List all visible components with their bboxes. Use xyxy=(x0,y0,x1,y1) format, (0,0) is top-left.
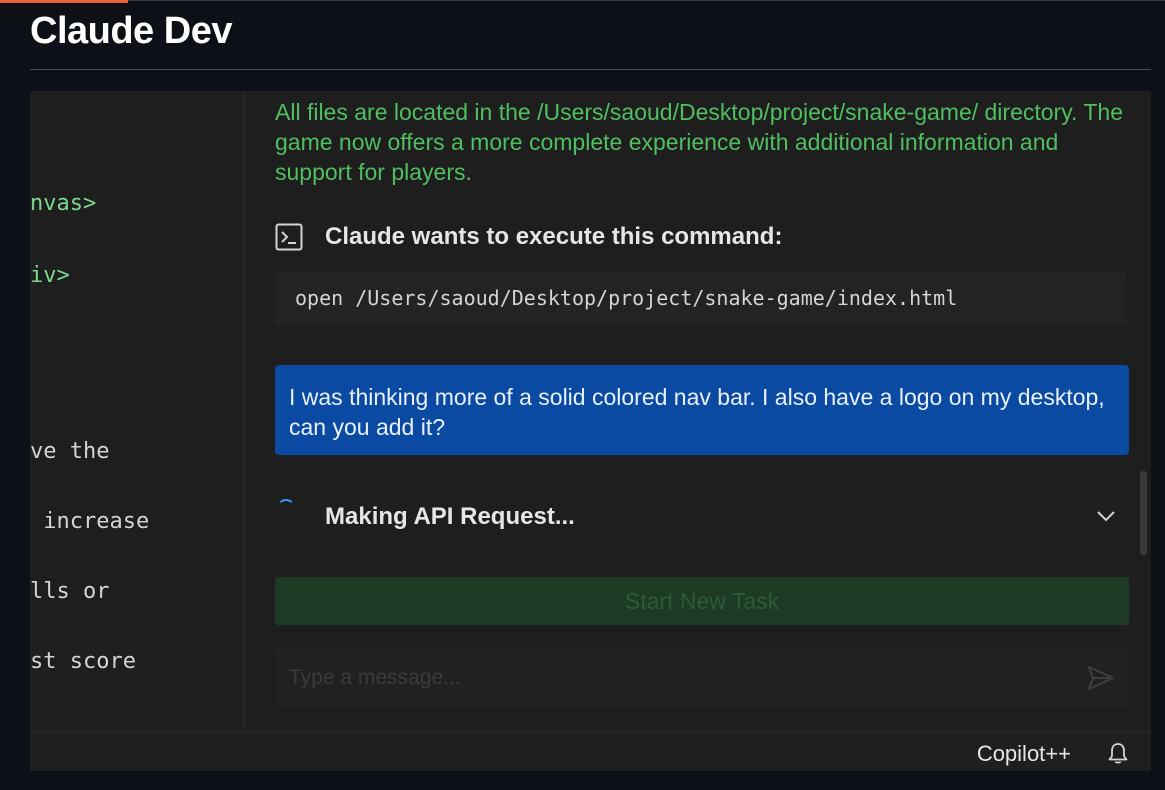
code-line: increase xyxy=(30,509,150,534)
code-editor[interactable]: nvas> iv> ve the increase lls or st scor… xyxy=(30,91,245,731)
completion-message: All files are located in the /Users/saou… xyxy=(275,99,1124,185)
chevron-down-icon[interactable] xyxy=(1095,505,1117,527)
terminal-icon xyxy=(275,223,303,251)
command-box: open /Users/saoud/Desktop/project/snake-… xyxy=(275,271,1127,325)
api-request-row[interactable]: Making API Request... xyxy=(275,491,1127,541)
api-status-label: Making API Request... xyxy=(325,503,575,530)
title-divider xyxy=(30,69,1151,70)
scrollbar-thumb[interactable] xyxy=(1140,471,1147,555)
code-line: lls or xyxy=(30,579,110,604)
command-header: Claude wants to execute this command: xyxy=(275,223,782,251)
command-title: Claude wants to execute this command: xyxy=(325,223,783,250)
code-line: nvas> xyxy=(30,191,97,216)
top-accent-bar xyxy=(0,0,128,3)
screenshot-panel: nvas> iv> ve the increase lls or st scor… xyxy=(30,91,1151,771)
send-icon[interactable] xyxy=(1087,665,1115,691)
start-new-task-button[interactable]: Start New Task xyxy=(275,577,1129,625)
chat-panel: All files are located in the /Users/saou… xyxy=(245,91,1151,731)
message-input[interactable] xyxy=(289,649,1049,707)
copilot-status[interactable]: Copilot++ xyxy=(977,741,1071,767)
bell-icon[interactable] xyxy=(1107,741,1129,765)
message-input-box xyxy=(275,649,1129,707)
code-line: ve the xyxy=(30,439,110,464)
status-bar: Copilot++ xyxy=(30,731,1151,771)
user-message: I was thinking more of a solid colored n… xyxy=(275,365,1129,455)
page-title: Claude Dev xyxy=(30,10,232,52)
top-divider xyxy=(128,0,1165,1)
code-line: st score xyxy=(30,649,136,674)
code-line: iv> xyxy=(30,263,70,288)
page: Claude Dev nvas> iv> ve the increase lls… xyxy=(0,0,1165,790)
loading-spinner-icon xyxy=(277,499,295,517)
